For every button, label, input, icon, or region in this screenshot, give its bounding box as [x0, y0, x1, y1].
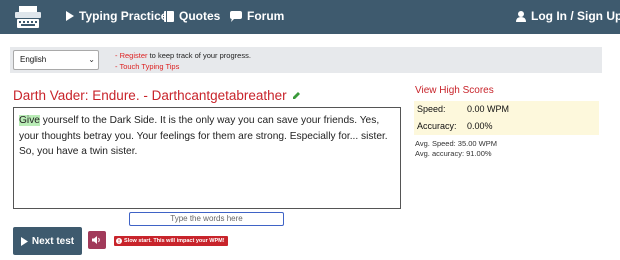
- accuracy-label: Accuracy:: [417, 121, 457, 131]
- nav-login-label: Log In / Sign Up: [531, 9, 620, 23]
- play-icon: [66, 11, 74, 21]
- average-accuracy: Avg. accuracy: 91.00%: [415, 149, 492, 158]
- current-word: Give: [19, 115, 40, 126]
- slow-start-warning: Slow start. This will impact your WPM!: [114, 236, 228, 246]
- alert-icon: [116, 238, 122, 244]
- language-select-value: English: [20, 55, 47, 64]
- nav-quotes[interactable]: Quotes: [164, 9, 220, 23]
- chat-icon: [230, 10, 242, 22]
- pencil-icon[interactable]: [292, 91, 301, 100]
- register-line: - Register to keep track of your progres…: [115, 51, 251, 60]
- nav-quotes-label: Quotes: [179, 9, 221, 23]
- user-icon: [516, 10, 526, 22]
- nav-login-signup[interactable]: Log In / Sign Up: [516, 9, 620, 23]
- quote-remaining-text: yourself to the Dark Side. It is the onl…: [19, 115, 388, 157]
- nav-typing-practice[interactable]: Typing Practice: [66, 9, 167, 23]
- next-test-label: Next test: [31, 235, 75, 247]
- average-speed: Avg. Speed: 35.00 WPM: [415, 139, 497, 148]
- speed-value: 0.00 WPM: [467, 104, 510, 114]
- register-link[interactable]: - Register: [115, 51, 148, 60]
- play-icon: [20, 236, 28, 246]
- nav-typing-practice-label: Typing Practice: [79, 9, 168, 23]
- speed-row: Speed: 0.00 WPM: [414, 101, 599, 118]
- language-select[interactable]: English ⌄: [13, 50, 99, 70]
- quote-title-text: Darth Vader: Endure. - Darthcantgetabrea…: [13, 88, 287, 103]
- view-high-scores-link[interactable]: View High Scores: [415, 85, 494, 96]
- book-icon: [164, 10, 174, 22]
- slow-start-warning-text: Slow start. This will impact your WPM!: [124, 238, 225, 244]
- quote-text-box: Give yourself to the Dark Side. It is th…: [13, 107, 401, 209]
- quote-title: Darth Vader: Endure. - Darthcantgetabrea…: [13, 88, 301, 103]
- nav-forum[interactable]: Forum: [230, 9, 284, 23]
- options-bar: English ⌄ - Register to keep track of yo…: [10, 47, 602, 73]
- nav-forum-label: Forum: [247, 9, 285, 23]
- chevron-down-icon: ⌄: [88, 55, 95, 64]
- touch-typing-tips-link[interactable]: - Touch Typing Tips: [115, 62, 179, 71]
- accuracy-row: Accuracy: 0.00%: [414, 118, 599, 135]
- typewriter-logo-icon[interactable]: [13, 4, 43, 30]
- top-navbar: Typing Practice Quotes Forum Log In / Si…: [0, 0, 620, 34]
- speed-label: Speed:: [417, 104, 446, 114]
- volume-icon: [92, 231, 102, 249]
- register-text: to keep track of your progress.: [147, 51, 251, 60]
- sound-toggle-button[interactable]: [88, 231, 106, 249]
- next-test-button[interactable]: Next test: [13, 227, 82, 255]
- tips-line: - Touch Typing Tips: [115, 62, 179, 71]
- accuracy-value: 0.00%: [467, 121, 493, 131]
- typing-input[interactable]: Type the words here: [129, 212, 284, 226]
